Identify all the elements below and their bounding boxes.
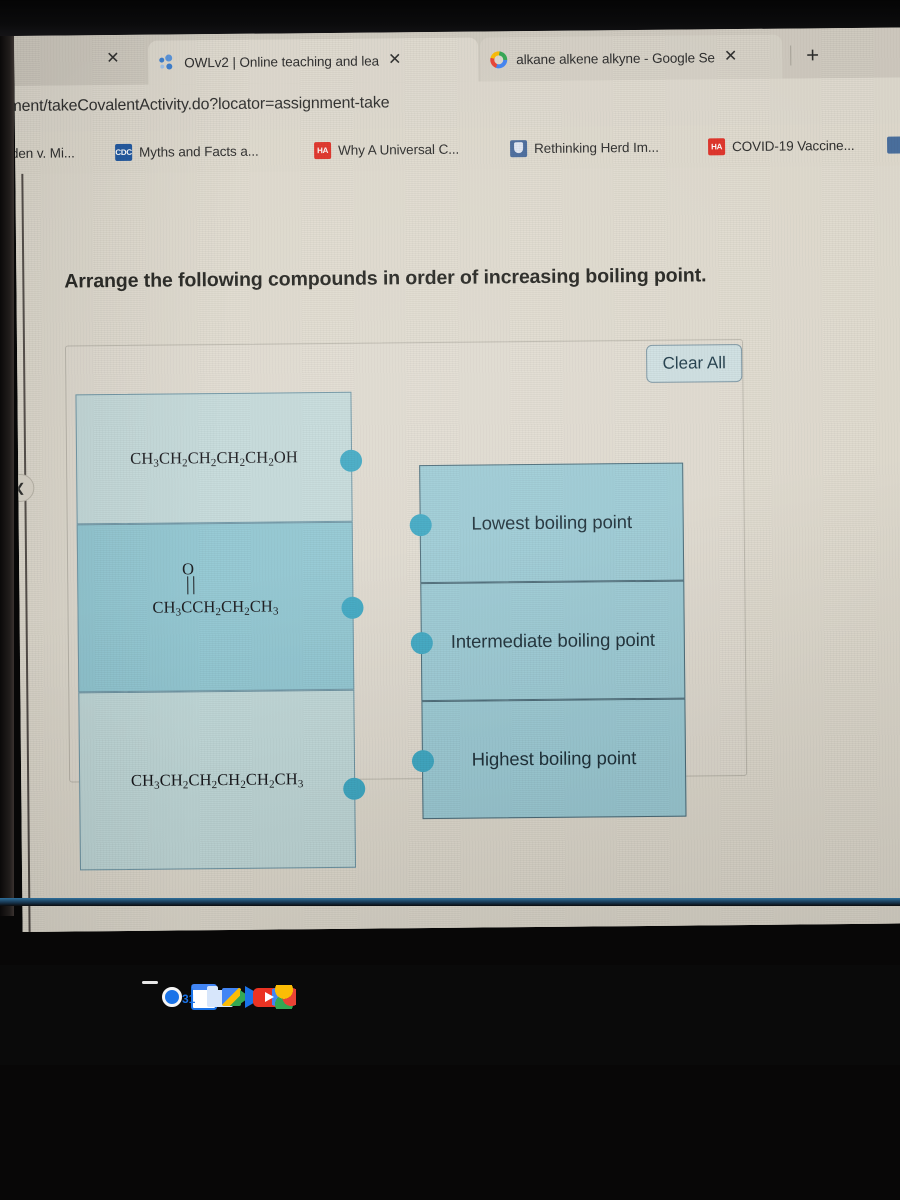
drop-connector-icon[interactable] [409, 514, 432, 537]
bookmark-label: Rethinking Herd Im... [534, 139, 659, 156]
browser-tabstrip: ✕ OWLv2 | Online teaching and lea ✕ alka… [14, 27, 900, 86]
bookmark-label: Why A Universal C... [338, 141, 460, 158]
tab-close-icon-leading[interactable]: ✕ [106, 50, 120, 67]
ha-icon: HA [708, 137, 726, 155]
laptop-screen-photo: ✕ OWLv2 | Online teaching and lea ✕ alka… [0, 0, 900, 1200]
address-bar-url[interactable]: nment/takeCovalentActivity.do?locator=as… [14, 94, 390, 116]
bookmark-why-a-universal[interactable]: HA Why A Universal C... [314, 137, 459, 162]
drop-slot-label: Lowest boiling point [471, 510, 633, 534]
owl-icon [158, 53, 175, 71]
clear-all-button[interactable]: Clear All [645, 344, 743, 383]
compound-card-hexane[interactable]: CH3CH2CH2CH2CH2CH3 [78, 689, 366, 871]
bookmark-biden-v-mi[interactable]: Biden v. Mi... [14, 140, 75, 165]
compound-formula-pentanone: O CH3CCH2CH2CH3 [152, 559, 279, 619]
bookmark-covid-19-vaccine[interactable]: HA COVID-19 Vaccine... [708, 133, 855, 158]
laptop-lid-edge [0, 898, 900, 906]
cdc-icon: CDC [115, 143, 133, 161]
drop-slot-label: Intermediate boiling point [450, 628, 655, 652]
compound-card-pentanone[interactable]: O CH3CCH2CH2CH3 [76, 521, 364, 693]
screen-bezel-left [0, 36, 14, 916]
chromeos-shelf [0, 965, 900, 1065]
tab-owlv2[interactable]: OWLv2 | Online teaching and lea ✕ [148, 37, 479, 85]
compound-formula-hexane: CH3CH2CH2CH2CH2CH3 [130, 769, 304, 792]
activity-page: ❮ Arrange the following compounds in ord… [14, 165, 900, 932]
drop-slot-intermediate-boiling-point[interactable]: Intermediate boiling point [410, 580, 686, 702]
drag-handle-icon[interactable] [341, 596, 364, 619]
running-indicator-dot [142, 981, 158, 984]
bookmark-rethinking-herd-immunity[interactable]: Rethinking Herd Im... [510, 135, 659, 160]
bookmark-label: COVID-19 Vaccine... [732, 137, 855, 154]
ordering-activity-panel: Clear All CH3CH2CH2CH2CH2OH O CH3CCH2CH2… [64, 339, 748, 871]
drop-connector-icon[interactable] [411, 750, 435, 773]
drop-slot-label: Highest boiling point [471, 746, 637, 770]
tab-close-icon-google-search[interactable]: ✕ [724, 48, 738, 65]
google-icon [490, 50, 508, 68]
drag-handle-icon[interactable] [339, 449, 363, 472]
sidebar-collapse-chevron-icon[interactable]: ❮ [14, 473, 35, 503]
new-tab-button[interactable]: + [806, 42, 819, 67]
ha-icon: HA [314, 141, 332, 159]
drop-slot-lowest-boiling-point[interactable]: Lowest boiling point [409, 462, 685, 584]
shield-icon [510, 139, 528, 157]
bookmark-label: Biden v. Mi... [14, 144, 75, 161]
tab-google-search[interactable]: alkane alkene alkyne - Google Se ✕ [480, 34, 783, 82]
double-bond-icon [187, 576, 195, 595]
drop-connector-icon[interactable] [410, 632, 433, 655]
tab-title-google-search: alkane alkene alkyne - Google Se [516, 49, 715, 67]
bookmark-label: Myths and Facts a... [139, 143, 259, 160]
tab-close-icon-owlv2[interactable]: ✕ [388, 51, 402, 68]
tab-divider [790, 45, 792, 66]
bookmark-icon-partial [887, 135, 900, 154]
compound-formula-pentanol: CH3CH2CH2CH2CH2OH [130, 447, 299, 470]
browser-window: ✕ OWLv2 | Online teaching and lea ✕ alka… [14, 27, 900, 932]
drag-handle-icon[interactable] [343, 777, 366, 800]
bookmark-overflow-partial[interactable] [887, 132, 900, 156]
question-prompt: Arrange the following compounds in order… [64, 264, 707, 293]
tab-title-owlv2: OWLv2 | Online teaching and lea [184, 52, 380, 70]
drop-slot-highest-boiling-point[interactable]: Highest boiling point [411, 698, 687, 820]
bookmark-myths-and-facts[interactable]: CDC Myths and Facts a... [115, 139, 259, 164]
compound-card-pentanol[interactable]: CH3CH2CH2CH2CH2OH [75, 391, 363, 525]
